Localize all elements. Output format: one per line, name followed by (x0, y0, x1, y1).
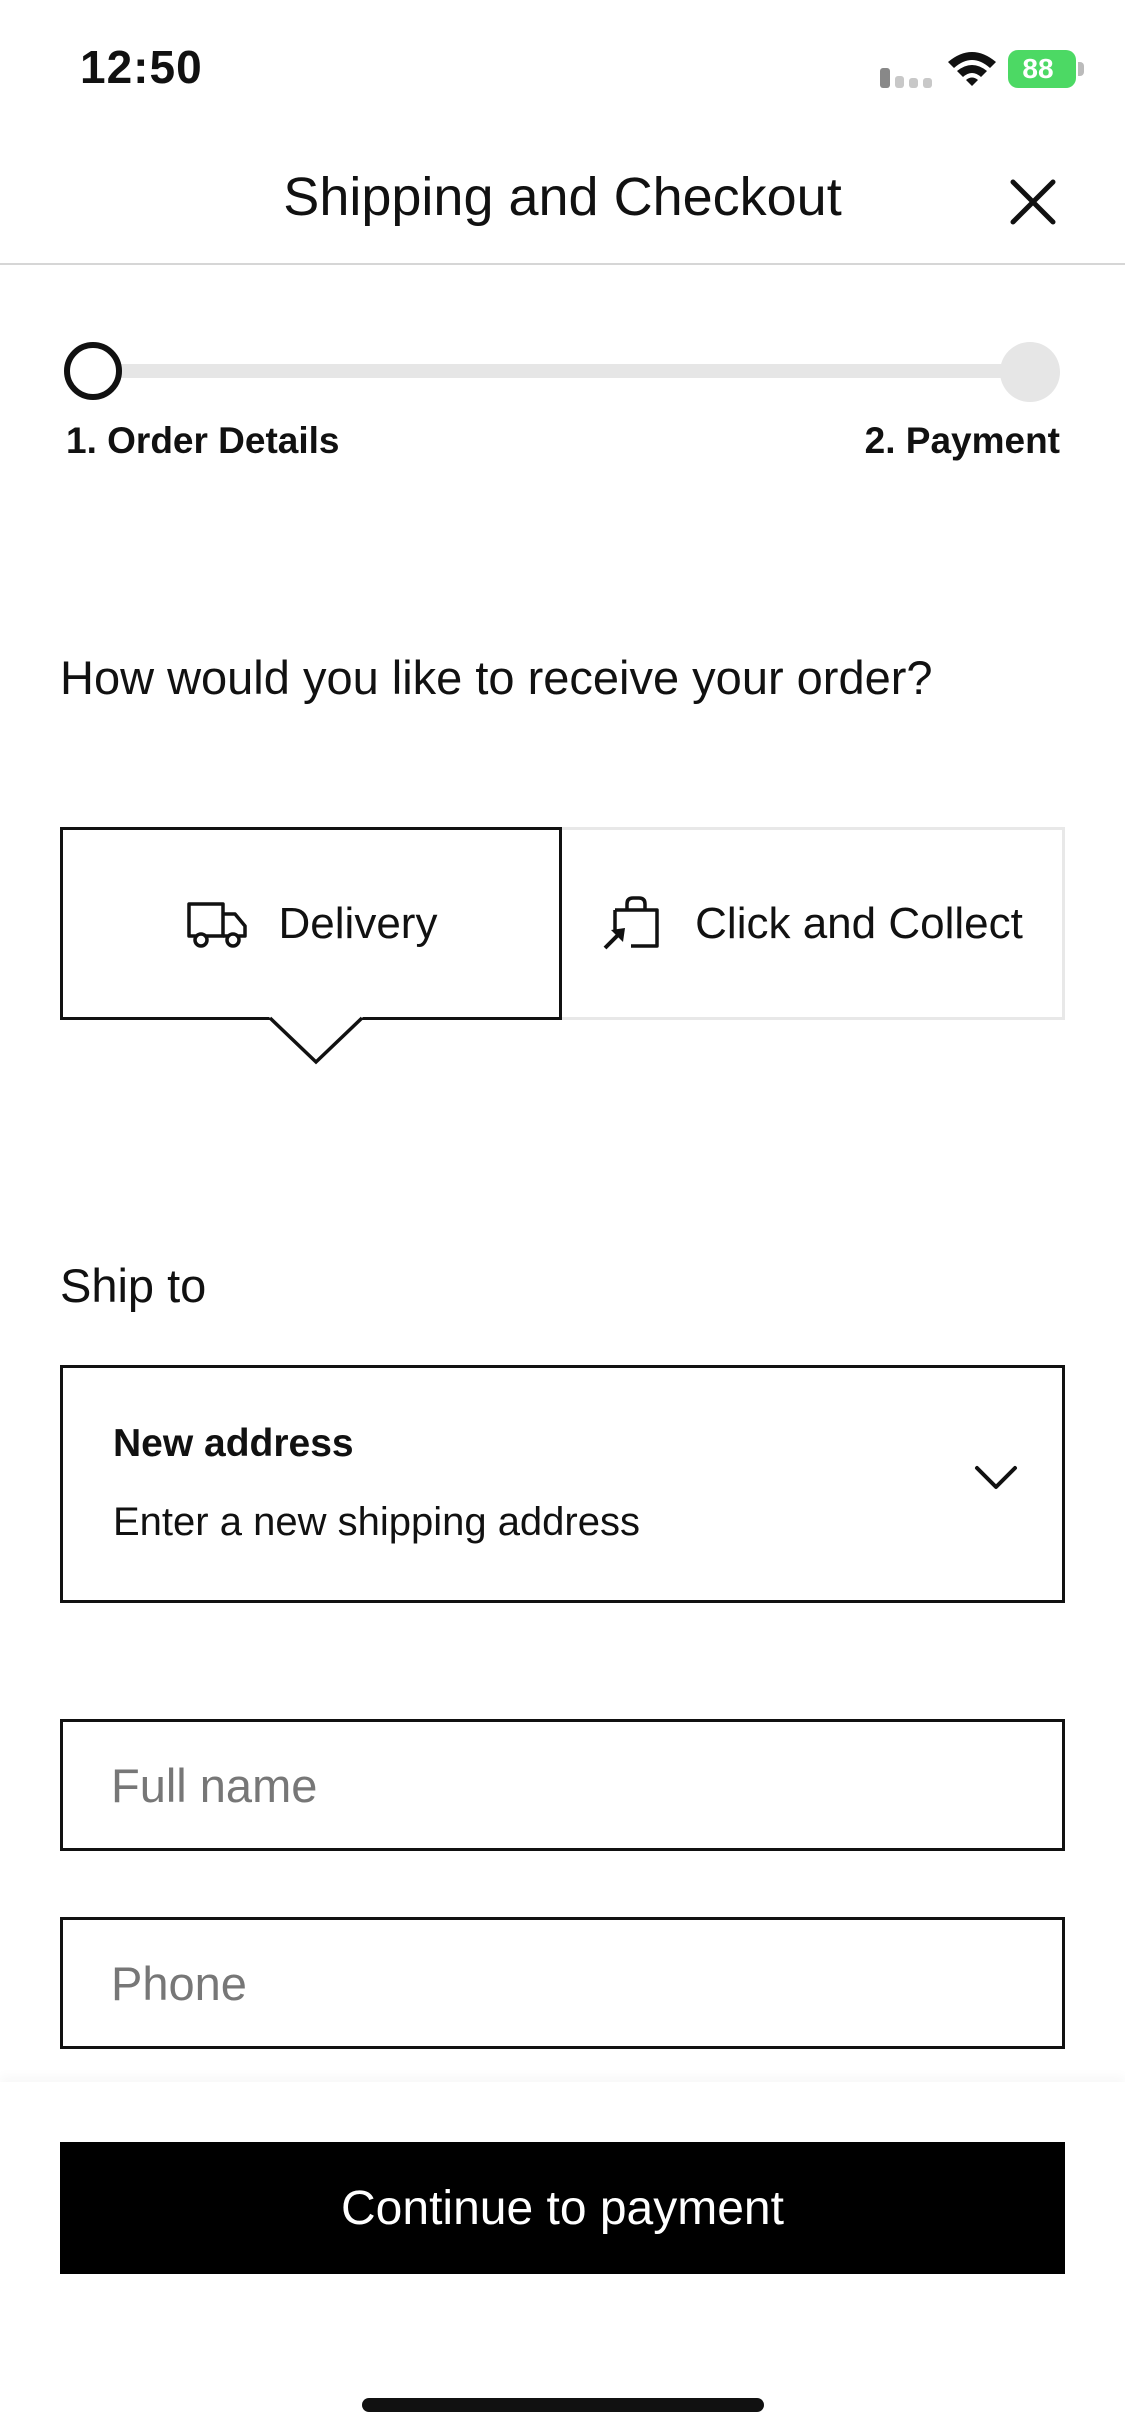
ship-to-label: Ship to (60, 1259, 207, 1312)
status-bar: 12:50 88 (0, 0, 1125, 140)
click-and-collect-option[interactable]: Click and Collect (562, 827, 1065, 1020)
delivery-label: Delivery (278, 898, 438, 948)
close-icon[interactable] (1003, 172, 1063, 232)
checkout-screen: 12:50 88 Shipping and Checkout 1. Order … (0, 0, 1125, 2436)
battery-level: 88 (1022, 53, 1054, 84)
checkout-progress: 1. Order Details 2. Payment (62, 340, 1062, 470)
address-dropdown-subtitle: Enter a new shipping address (113, 1500, 640, 1544)
page-title: Shipping and Checkout (283, 167, 842, 227)
status-time: 12:50 (80, 41, 203, 93)
selected-option-pointer (268, 1016, 364, 1065)
truck-icon (186, 901, 247, 948)
address-dropdown-title: New address (113, 1422, 354, 1465)
full-name-field (60, 1719, 1065, 1851)
battery-icon: 88 (1008, 50, 1084, 88)
phone-field (60, 1917, 1065, 2049)
progress-track (92, 364, 1042, 378)
header: Shipping and Checkout (0, 140, 1125, 265)
phone-input[interactable] (63, 1920, 1062, 2046)
receive-options: Delivery Click and Collect (60, 827, 1065, 1067)
wifi-icon (948, 52, 996, 86)
full-name-input[interactable] (63, 1722, 1062, 1848)
step-label-payment: 2. Payment (864, 420, 1060, 461)
step-indicator-order-details (64, 342, 122, 400)
address-dropdown[interactable]: New address Enter a new shipping address (60, 1365, 1065, 1603)
delivery-option[interactable]: Delivery (60, 827, 562, 1020)
cellular-signal-icon (880, 68, 932, 88)
step-indicator-payment (1000, 342, 1060, 402)
continue-to-payment-button[interactable]: Continue to payment (60, 2142, 1065, 2274)
chevron-down-icon (975, 1466, 1017, 1489)
click-and-collect-label: Click and Collect (695, 898, 1023, 948)
footer: Continue to payment (0, 2082, 1125, 2436)
receive-question: How would you like to receive your order… (60, 651, 933, 704)
shopping-bag-icon (603, 895, 659, 949)
step-label-order-details: 1. Order Details (66, 420, 340, 461)
home-indicator[interactable] (362, 2398, 764, 2412)
